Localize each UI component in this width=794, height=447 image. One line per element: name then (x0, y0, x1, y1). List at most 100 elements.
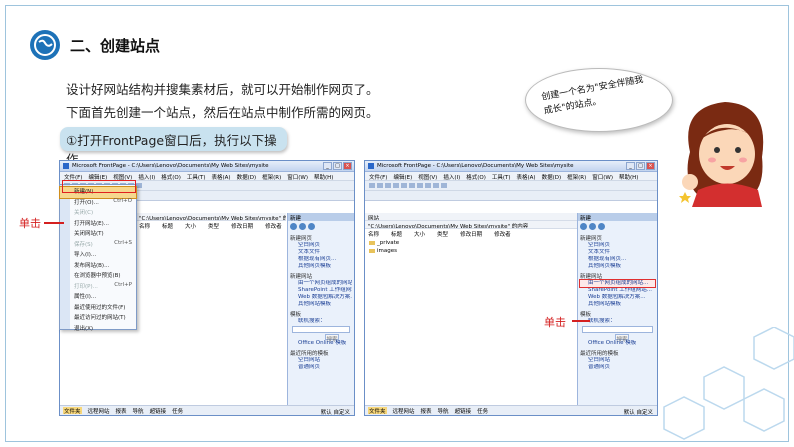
save-icon[interactable] (385, 183, 391, 188)
menu-tools[interactable]: 工具(T) (492, 173, 511, 181)
menu-data[interactable]: 数据(D) (542, 173, 562, 181)
menu-insert[interactable]: 插入(I) (138, 173, 155, 181)
col-modified[interactable]: 修改日期 (231, 222, 253, 230)
maximize-button[interactable]: □ (636, 162, 645, 170)
back-icon[interactable] (580, 223, 587, 230)
view-tasks[interactable]: 任务 (477, 407, 488, 415)
col-title[interactable]: 标题 (391, 230, 402, 238)
menu-insert[interactable]: 插入(I) (443, 173, 460, 181)
site-tab[interactable]: 网站 (365, 213, 577, 221)
open-icon[interactable] (377, 183, 383, 188)
list-item[interactable]: images (365, 247, 577, 255)
menu-format[interactable]: 格式(O) (161, 173, 181, 181)
menu-frames[interactable]: 框架(R) (262, 173, 281, 181)
menu-table[interactable]: 表格(A) (212, 173, 231, 181)
link-one-page-site[interactable]: 由一个网页组成的网站... (579, 279, 656, 288)
menu-help[interactable]: 帮助(H) (619, 173, 638, 181)
menu-view[interactable]: 视图(V) (418, 173, 437, 181)
link-sharepoint-site[interactable]: SharePoint 工作组网站... (290, 287, 352, 294)
view-folders[interactable]: 文件夹 (368, 407, 387, 415)
home-icon[interactable] (308, 223, 315, 230)
menu-item-close-site[interactable]: 关闭网站(T) (60, 229, 136, 240)
template-search-input[interactable] (292, 326, 350, 333)
menu-item-properties[interactable]: 属性(I)... (60, 292, 136, 303)
view-folders[interactable]: 文件夹 (63, 407, 82, 415)
print-icon[interactable] (393, 183, 399, 188)
col-modified-by[interactable]: 修改者 (494, 230, 511, 238)
view-hyperlinks[interactable]: 超链接 (455, 407, 472, 415)
view-reports[interactable]: 报表 (421, 407, 432, 415)
menu-item-preview[interactable]: 在浏览器中预览(B) (60, 271, 136, 282)
menu-item-open-site[interactable]: 打开网站(E)... (60, 219, 136, 230)
menu-item-import[interactable]: 导入(I)... (60, 250, 136, 261)
copy-icon[interactable] (417, 183, 423, 188)
link-web-package[interactable]: Web 数据包解决方案... (290, 294, 352, 301)
menu-edit[interactable]: 编辑(E) (88, 173, 107, 181)
view-tasks[interactable]: 任务 (172, 407, 183, 415)
col-name[interactable]: 名称 (368, 230, 379, 238)
home-icon[interactable] (598, 223, 605, 230)
undo-icon[interactable] (433, 183, 439, 188)
link-more-page-templates[interactable]: 其他网页模板 (580, 263, 655, 270)
link-more-site-templates[interactable]: 其他网站模板 (580, 301, 655, 308)
menu-tools[interactable]: 工具(T) (187, 173, 206, 181)
menu-item-publish[interactable]: 发布网站(B)... (60, 261, 136, 272)
menu-file[interactable]: 文件(F) (369, 173, 387, 181)
menu-item-save[interactable]: 保存(S) Ctrl+S (60, 240, 136, 251)
link-sharepoint-site[interactable]: SharePoint 工作组网站... (580, 287, 655, 294)
preview-icon[interactable] (401, 183, 407, 188)
menu-data[interactable]: 数据(D) (237, 173, 257, 181)
recent-normal-page[interactable]: 普通网页 (580, 364, 655, 371)
menu-item-close[interactable]: 关闭(C) (60, 208, 136, 219)
link-blank-page[interactable]: 空白网页 (290, 242, 352, 249)
col-title[interactable]: 标题 (162, 222, 173, 230)
office-online-link[interactable]: Office Online 模板 (580, 340, 655, 347)
link-one-page-site[interactable]: 由一个网页组成的网站... (290, 280, 352, 287)
menu-frames[interactable]: 框架(R) (567, 173, 586, 181)
close-button[interactable]: × (646, 162, 655, 170)
view-remote[interactable]: 远程网站 (88, 407, 110, 415)
col-modified-by[interactable]: 修改者 (265, 222, 282, 230)
link-more-site-templates[interactable]: 其他网站模板 (290, 301, 352, 308)
recent-blank-site[interactable]: 空白网站 (290, 357, 352, 364)
back-icon[interactable] (290, 223, 297, 230)
template-search-input[interactable] (582, 326, 653, 333)
menu-format[interactable]: 格式(O) (466, 173, 486, 181)
menu-edit[interactable]: 编辑(E) (393, 173, 412, 181)
link-text-file[interactable]: 文本文件 (290, 249, 352, 256)
menu-window[interactable]: 窗口(W) (287, 173, 308, 181)
minimize-button[interactable]: _ (323, 162, 332, 170)
col-name[interactable]: 名称 (139, 222, 150, 230)
menu-item-recent-sites[interactable]: 最近访问过的网站(T) (60, 313, 136, 324)
link-from-existing[interactable]: 根据现有网页... (290, 256, 352, 263)
minimize-button[interactable]: _ (626, 162, 635, 170)
col-type[interactable]: 类型 (437, 230, 448, 238)
view-remote[interactable]: 远程网站 (393, 407, 415, 415)
cut-icon[interactable] (409, 183, 415, 188)
view-navigation[interactable]: 导航 (438, 407, 449, 415)
view-hyperlinks[interactable]: 超链接 (150, 407, 167, 415)
menu-item-exit[interactable]: 退出(X) (60, 324, 136, 335)
col-size[interactable]: 大小 (414, 230, 425, 238)
col-modified[interactable]: 修改日期 (460, 230, 482, 238)
recent-normal-page[interactable]: 普通网页 (290, 364, 352, 371)
office-online-link[interactable]: Office Online 模板 (290, 340, 352, 347)
forward-icon[interactable] (299, 223, 306, 230)
link-blank-page[interactable]: 空白网页 (580, 242, 655, 249)
redo-icon[interactable] (441, 183, 447, 188)
link-web-package[interactable]: Web 数据包解决方案... (580, 294, 655, 301)
menu-file[interactable]: 文件(F) (64, 173, 82, 181)
menu-window[interactable]: 窗口(W) (592, 173, 613, 181)
link-text-file[interactable]: 文本文件 (580, 249, 655, 256)
menu-item-open[interactable]: 打开(O)... Ctrl+O (60, 198, 136, 209)
paste-icon[interactable] (425, 183, 431, 188)
menu-item-recent-files[interactable]: 最近使用过的文件(F) (60, 303, 136, 314)
view-navigation[interactable]: 导航 (133, 407, 144, 415)
maximize-button[interactable]: □ (333, 162, 342, 170)
link-from-existing[interactable]: 根据现有网页... (580, 256, 655, 263)
col-size[interactable]: 大小 (185, 222, 196, 230)
close-button[interactable]: × (343, 162, 352, 170)
list-item[interactable]: _private (365, 239, 577, 247)
recent-blank-site[interactable]: 空白网站 (580, 357, 655, 364)
menu-help[interactable]: 帮助(H) (314, 173, 333, 181)
